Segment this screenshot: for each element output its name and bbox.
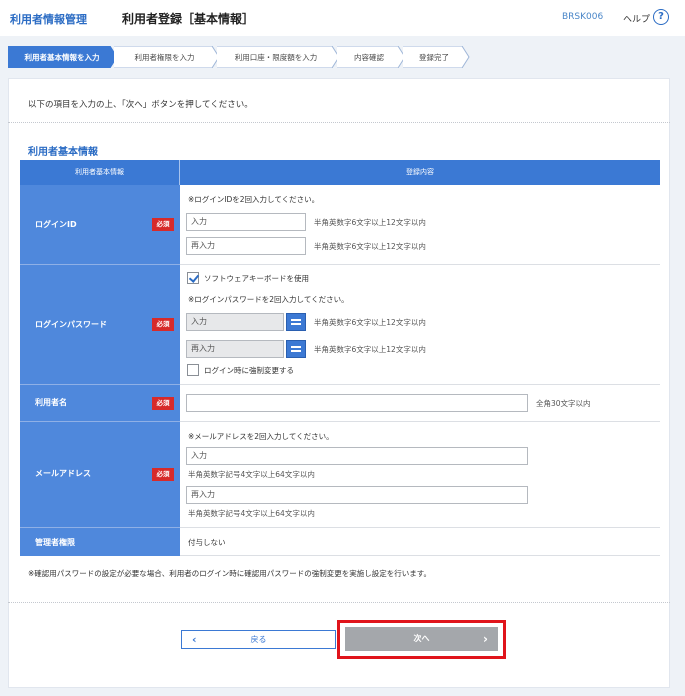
- step-2-label: 利用者権限を入力: [134, 52, 195, 62]
- chevron-left-icon: ‹: [192, 633, 197, 646]
- step-1-label: 利用者基本情報を入力: [24, 52, 100, 62]
- row-login-id: ログインID 必須 ※ログインIDを2回入力してください。 入力 半角英数字6文…: [20, 185, 660, 265]
- header-bar: 利用者情報管理 利用者登録［基本情報］ BRSK006 ヘルプ ?: [0, 0, 685, 36]
- chevron-right-icon: ›: [483, 632, 488, 646]
- keyboard-icon: [291, 319, 301, 321]
- email-input[interactable]: 入力: [186, 447, 528, 465]
- required-badge: 必須: [152, 468, 174, 481]
- step-4-label: 内容確認: [354, 52, 384, 62]
- login-id-confirm-hint: 半角英数字6文字以上12文字以内: [314, 242, 426, 251]
- divider: [8, 122, 670, 123]
- content-cell: ※ログインIDを2回入力してください。 入力 半角英数字6文字以上12文字以内 …: [180, 185, 660, 265]
- content-cell: 付与しない: [180, 528, 660, 556]
- content-cell: ソフトウェアキーボードを使用 ※ログインパスワードを2回入力してください。 入力…: [180, 265, 660, 385]
- user-name-hint: 全角30文字以内: [536, 399, 591, 408]
- page-title: 利用者登録［基本情報］: [122, 12, 255, 26]
- soft-keyboard-label[interactable]: ソフトウェアキーボードを使用: [204, 273, 309, 284]
- footnote: ※確認用パスワードの設定が必要な場合、利用者のログイン時に確認用パスワードの強制…: [28, 569, 432, 578]
- next-button[interactable]: 次へ ›: [345, 627, 498, 651]
- col-header-content: 登録内容: [406, 168, 434, 176]
- step-5: 登録完了: [401, 46, 470, 68]
- label-cell: メールアドレス 必須: [20, 422, 180, 528]
- step-1: 利用者基本情報を入力: [8, 46, 118, 68]
- admin-value: 付与しない: [188, 538, 226, 547]
- back-button-label: 戻る: [250, 635, 267, 644]
- step-3-label: 利用口座・限度額を入力: [234, 52, 318, 62]
- label-cell: 管理者権限: [20, 528, 180, 556]
- login-id-note: ※ログインIDを2回入力してください。: [188, 195, 320, 204]
- help-link[interactable]: ヘルプ: [623, 12, 650, 25]
- soft-keyboard-checkbox[interactable]: [187, 272, 199, 284]
- back-button[interactable]: ‹ 戻る: [181, 630, 336, 649]
- help-icon[interactable]: ?: [653, 9, 669, 25]
- content-cell: 全角30文字以内: [180, 385, 660, 422]
- row-admin-rights: 管理者権限 付与しない: [20, 528, 660, 556]
- label-cell: ログインパスワード 必須: [20, 265, 180, 385]
- user-name-input[interactable]: [186, 394, 528, 412]
- password-confirm-hint: 半角英数字6文字以上12文字以内: [314, 345, 426, 354]
- required-badge: 必須: [152, 397, 174, 410]
- col-header-item: 利用者基本情報: [20, 160, 180, 185]
- login-id-label: ログインID: [35, 220, 77, 229]
- divider: [8, 602, 670, 603]
- force-change-checkbox[interactable]: [187, 364, 199, 376]
- login-id-hint: 半角英数字6文字以上12文字以内: [314, 218, 426, 227]
- password-label: ログインパスワード: [35, 320, 107, 329]
- password-note: ※ログインパスワードを2回入力してください。: [188, 295, 349, 304]
- email-label: メールアドレス: [35, 469, 91, 478]
- password-hint: 半角英数字6文字以上12文字以内: [314, 318, 426, 327]
- keyboard-icon: [291, 346, 301, 348]
- row-user-name: 利用者名 必須 全角30文字以内: [20, 385, 660, 422]
- software-keyboard-button[interactable]: [286, 313, 306, 331]
- next-button-label: 次へ: [413, 634, 430, 643]
- label-cell: 利用者名 必須: [20, 385, 180, 422]
- row-email: メールアドレス 必須 ※メールアドレスを2回入力してください。 入力 半角英数字…: [20, 422, 660, 528]
- login-id-confirm-input[interactable]: 再入力: [186, 237, 306, 255]
- brand-title[interactable]: 利用者情報管理: [10, 11, 87, 27]
- instruction-text: 以下の項目を入力の上、「次へ」ボタンを押してください。: [28, 100, 253, 110]
- force-change-label[interactable]: ログイン時に強制変更する: [204, 365, 294, 376]
- login-id-input[interactable]: 入力: [186, 213, 306, 231]
- email-confirm-hint: 半角英数字記号4文字以上64文字以内: [188, 509, 315, 518]
- step-3: 利用口座・限度額を入力: [215, 46, 340, 68]
- label-cell: ログインID 必須: [20, 185, 180, 265]
- section-title: 利用者基本情報: [28, 147, 98, 158]
- admin-label: 管理者権限: [35, 538, 75, 547]
- keyboard-icon-line: [291, 350, 301, 352]
- row-login-password: ログインパスワード 必須 ソフトウェアキーボードを使用 ※ログインパスワードを2…: [20, 265, 660, 385]
- email-hint: 半角英数字記号4文字以上64文字以内: [188, 470, 315, 479]
- screen-id: BRSK006: [562, 12, 604, 22]
- content-cell: ※メールアドレスを2回入力してください。 入力 半角英数字記号4文字以上64文字…: [180, 422, 660, 528]
- required-badge: 必須: [152, 318, 174, 331]
- password-input[interactable]: 入力: [186, 313, 284, 331]
- software-keyboard-button-confirm[interactable]: [286, 340, 306, 358]
- password-confirm-input[interactable]: 再入力: [186, 340, 284, 358]
- step-indicator: 利用者基本情報を入力 利用者権限を入力 利用口座・限度額を入力 内容確認 登録完…: [8, 46, 470, 68]
- step-5-label: 登録完了: [419, 52, 449, 62]
- user-name-label: 利用者名: [35, 398, 67, 407]
- email-note: ※メールアドレスを2回入力してください。: [188, 432, 334, 441]
- step-2: 利用者権限を入力: [112, 46, 220, 68]
- email-confirm-input[interactable]: 再入力: [186, 486, 528, 504]
- required-badge: 必須: [152, 218, 174, 231]
- table-header: 利用者基本情報 登録内容: [20, 160, 660, 185]
- step-4: 内容確認: [335, 46, 406, 68]
- keyboard-icon-line: [291, 323, 301, 325]
